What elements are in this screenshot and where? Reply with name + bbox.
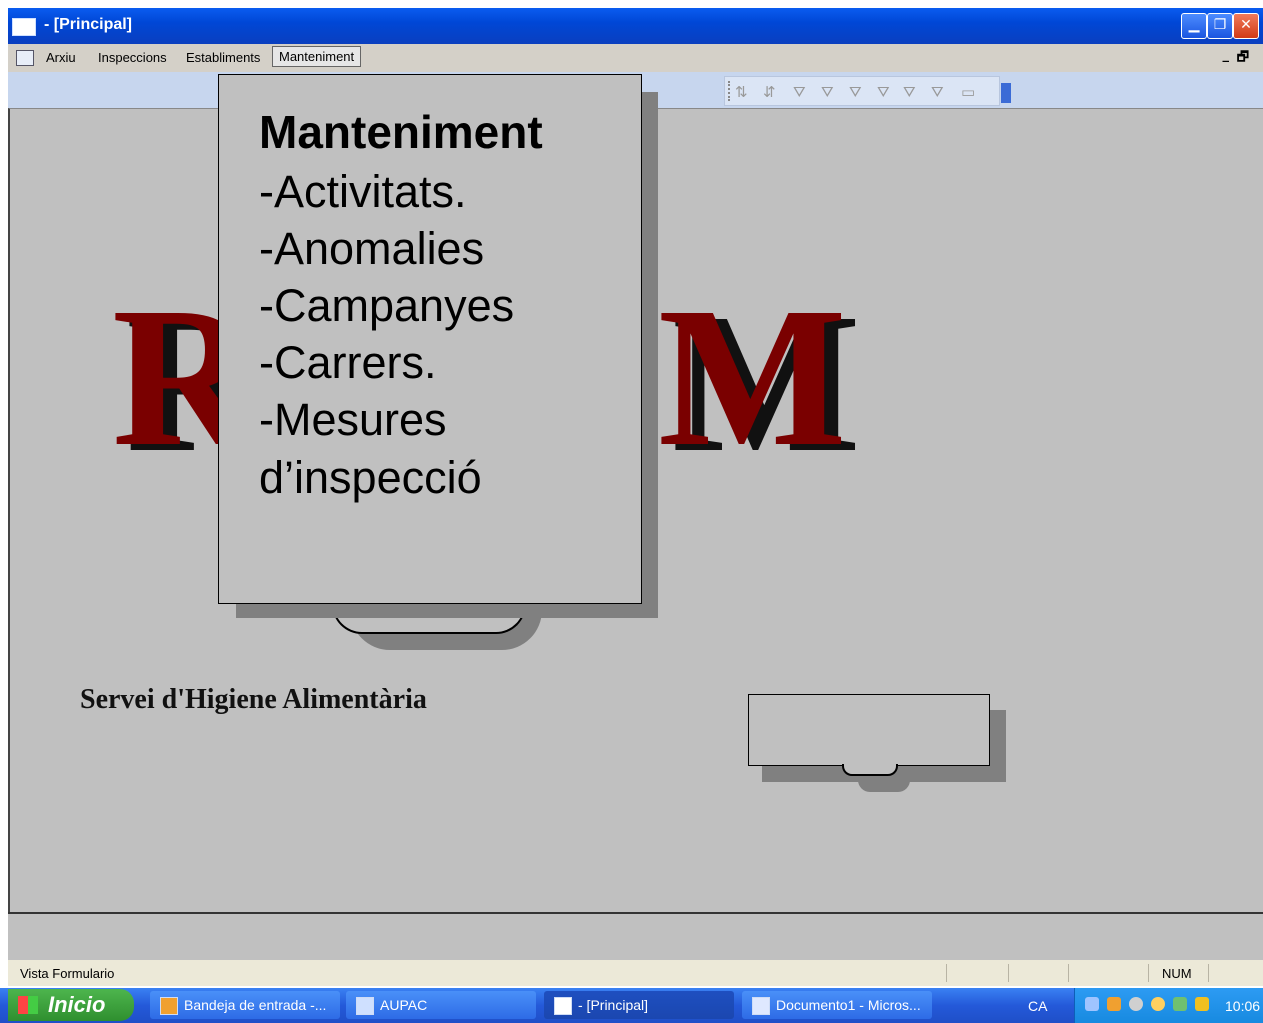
task-label: - [Principal] — [578, 997, 649, 1013]
empty-callout-box — [748, 694, 990, 766]
menu-option-anomalies[interactable]: -Anomalies — [259, 226, 484, 271]
box2-tab — [842, 764, 898, 776]
menu-establiments[interactable]: Establiments — [186, 50, 260, 65]
numlock-indicator: NUM — [1162, 966, 1192, 981]
filter-by-form-icon[interactable]: ⛛ — [849, 83, 862, 101]
network-icon[interactable] — [1085, 997, 1099, 1011]
restore-button[interactable]: ❐ — [1207, 13, 1233, 39]
status-separator — [1208, 964, 1211, 982]
toolbar-grip[interactable] — [728, 81, 733, 101]
security-shield-icon[interactable] — [1195, 997, 1209, 1011]
form-footer-section — [8, 912, 1263, 960]
window-title: - [Principal] — [44, 16, 133, 33]
advanced-filter-icon[interactable]: ⛛ — [903, 83, 916, 101]
menu-arxiu[interactable]: Arxiu — [46, 50, 76, 65]
menu-option-carrers[interactable]: -Carrers. — [259, 340, 437, 385]
clock: 10:06 — [1225, 998, 1261, 1014]
apply-filter-icon[interactable]: ⛛ — [877, 83, 890, 101]
task-outlook-inbox[interactable]: Bandeja de entrada -... — [150, 991, 340, 1019]
task-principal[interactable]: - [Principal] — [544, 991, 734, 1019]
menu-option-campanyes[interactable]: -Campanyes — [259, 283, 514, 328]
menu-bar: Arxiu Inspeccions Establiments Mantenime… — [8, 44, 1263, 72]
menu-manteniment[interactable]: Manteniment — [272, 46, 362, 67]
status-bar: Vista Formulario NUM — [8, 960, 1263, 986]
menu-option-mesures-cont[interactable]: d’inspecció — [259, 455, 482, 500]
remove-filter-icon[interactable]: ⛛ — [931, 83, 944, 101]
windows-flag-icon — [18, 996, 38, 1014]
status-separator — [1068, 964, 1071, 982]
toolbar-options-icon[interactable] — [1001, 83, 1011, 103]
app-window-icon — [12, 18, 36, 36]
status-text: Vista Formulario — [20, 966, 115, 981]
task-aupac[interactable]: AUPAC — [346, 991, 536, 1019]
find-icon[interactable]: ▭ — [961, 83, 975, 101]
outlook-tray-icon[interactable] — [1107, 997, 1121, 1011]
sort-filter-toolbar: ⇅ ⇵ ⛛ ⛛ ⛛ ⛛ ⛛ ⛛ ▭ — [724, 76, 1011, 106]
task-label: Bandeja de entrada -... — [184, 997, 327, 1013]
task-label: Documento1 - Micros... — [776, 997, 921, 1013]
aupac-icon — [356, 997, 374, 1015]
minimize-button[interactable]: ▁ — [1181, 13, 1207, 39]
system-tray: 10:06 — [1074, 988, 1263, 1023]
taskbar: Inicio Bandeja de entrada -... AUPAC - [… — [0, 988, 1263, 1023]
status-separator — [946, 964, 949, 982]
word-icon — [752, 997, 770, 1015]
update-tray-icon[interactable] — [1151, 997, 1165, 1011]
close-button[interactable]: ✕ — [1233, 13, 1259, 39]
sort-descending-icon[interactable]: ⇵ — [763, 83, 776, 101]
manteniment-menu-callout: Manteniment -Activitats. -Anomalies -Cam… — [218, 74, 642, 604]
filter-by-selection-icon[interactable]: ⛛ — [793, 83, 806, 101]
window-titlebar[interactable]: - [Principal] ▁ ❐ ✕ — [8, 8, 1263, 44]
language-indicator[interactable]: CA — [1028, 998, 1047, 1014]
start-button[interactable]: Inicio — [8, 989, 134, 1021]
form-document-icon[interactable] — [16, 50, 34, 66]
menu-option-mesures[interactable]: -Mesures — [259, 397, 447, 442]
task-word-document[interactable]: Documento1 - Micros... — [742, 991, 932, 1019]
menu-inspeccions[interactable]: Inspeccions — [98, 50, 167, 65]
mdi-restore-icon[interactable]: 🗗 — [1237, 48, 1249, 70]
antivirus-tray-icon[interactable] — [1173, 997, 1187, 1011]
service-name: Servei d'Higiene Alimentària — [80, 684, 427, 715]
filter-excluding-icon[interactable]: ⛛ — [821, 83, 834, 101]
logo-letter-m: M — [658, 267, 847, 488]
status-separator — [1008, 964, 1011, 982]
outlook-icon — [160, 997, 178, 1015]
menu-option-activitats[interactable]: -Activitats. — [259, 169, 467, 214]
task-label: AUPAC — [380, 997, 428, 1013]
callout-heading: Manteniment — [259, 106, 543, 158]
start-label: Inicio — [48, 992, 106, 1017]
form-window-icon — [554, 997, 572, 1015]
status-separator — [1148, 964, 1151, 982]
mdi-minimize-icon[interactable]: _ — [1223, 48, 1230, 63]
sort-ascending-icon[interactable]: ⇅ — [735, 83, 748, 101]
settings-tray-icon[interactable] — [1129, 997, 1143, 1011]
